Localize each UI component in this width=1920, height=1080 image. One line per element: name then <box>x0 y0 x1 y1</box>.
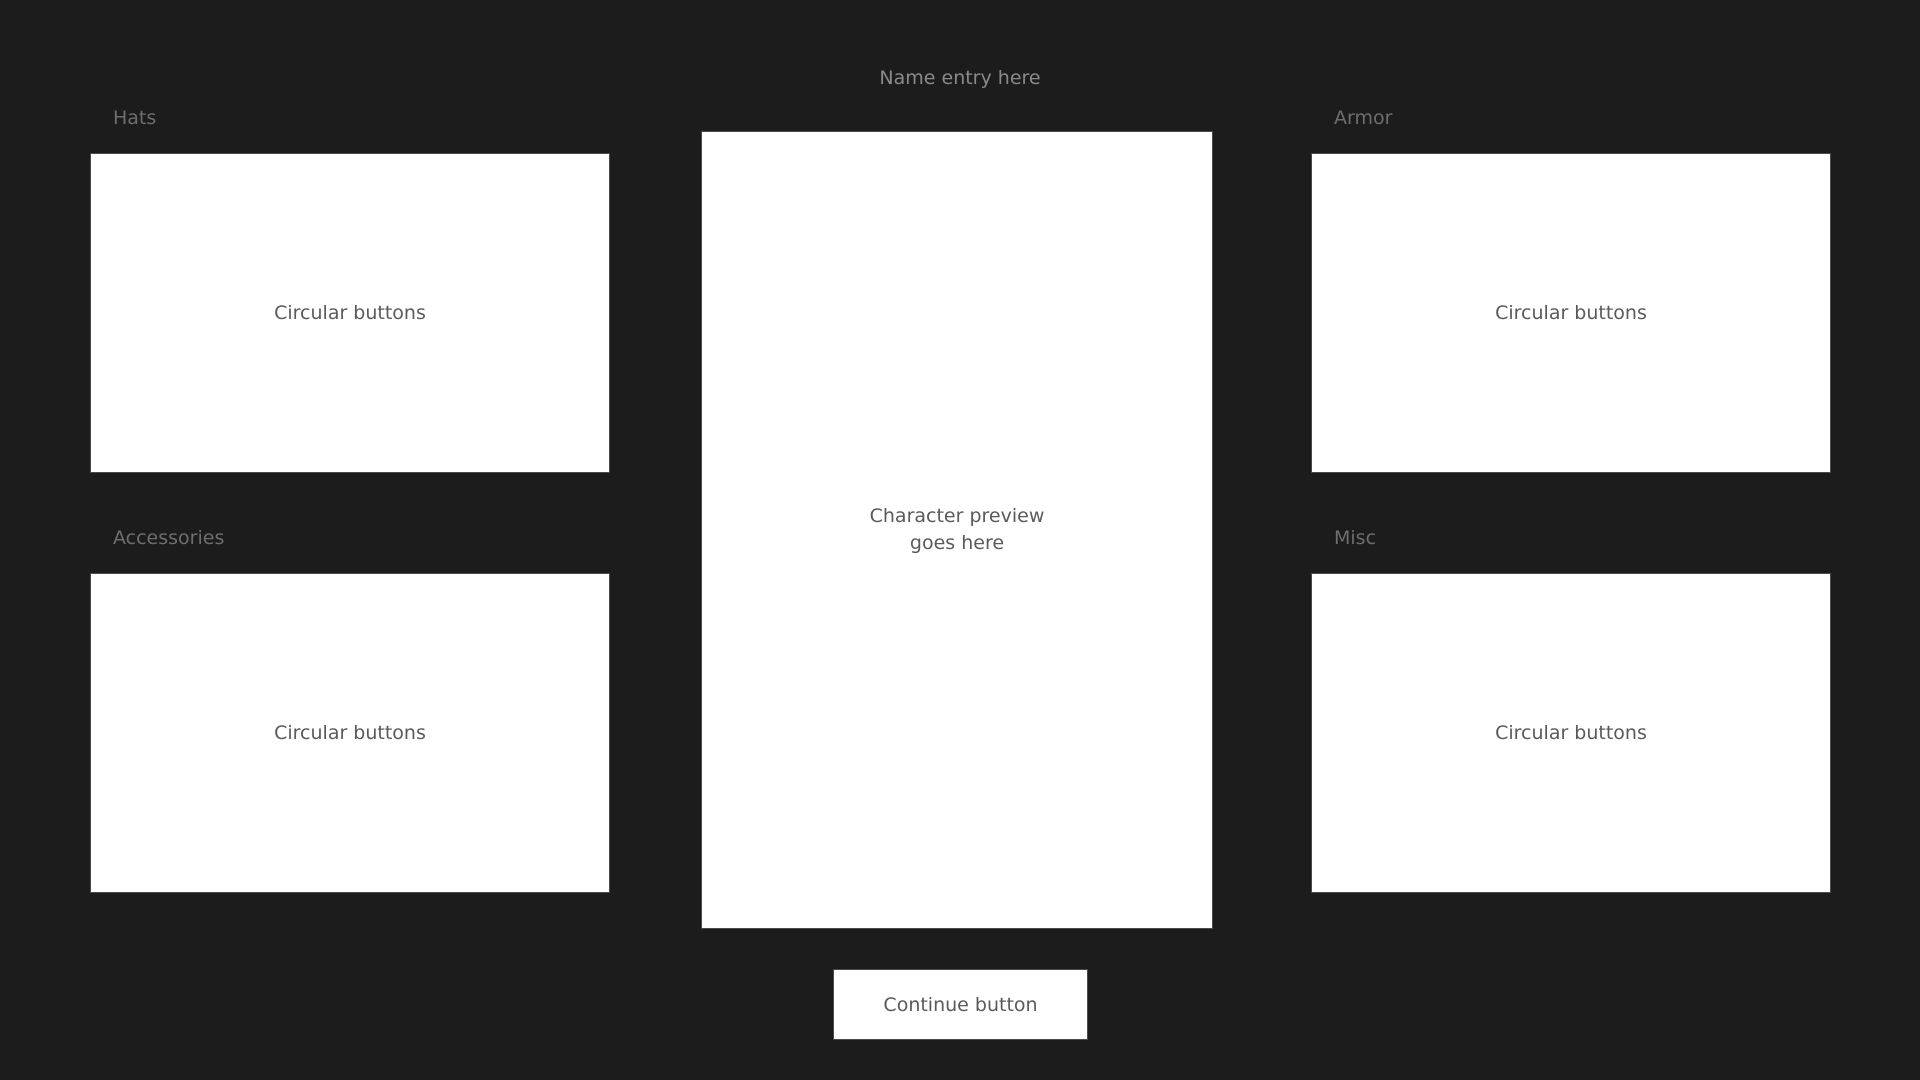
hats-section-label: Hats <box>113 107 157 129</box>
continue-button[interactable]: Continue button <box>833 969 1088 1040</box>
character-creator-screen: Name entry here Hats Circular buttons Ac… <box>0 0 1920 1080</box>
name-entry-field[interactable]: Name entry here <box>760 64 1160 92</box>
character-preview-text: Character preview goes here <box>869 505 1045 554</box>
hats-panel[interactable]: Circular buttons <box>90 153 610 473</box>
misc-panel[interactable]: Circular buttons <box>1311 573 1831 893</box>
hats-panel-content: Circular buttons <box>274 301 426 324</box>
armor-section-label: Armor <box>1334 107 1393 129</box>
accessories-panel[interactable]: Circular buttons <box>90 573 610 893</box>
accessories-section-label: Accessories <box>113 527 225 549</box>
misc-panel-content: Circular buttons <box>1495 721 1647 744</box>
armor-panel-content: Circular buttons <box>1495 301 1647 324</box>
misc-section-label: Misc <box>1334 527 1377 549</box>
armor-panel[interactable]: Circular buttons <box>1311 153 1831 473</box>
character-preview-panel: Character preview goes here <box>701 131 1213 929</box>
accessories-panel-content: Circular buttons <box>274 721 426 744</box>
